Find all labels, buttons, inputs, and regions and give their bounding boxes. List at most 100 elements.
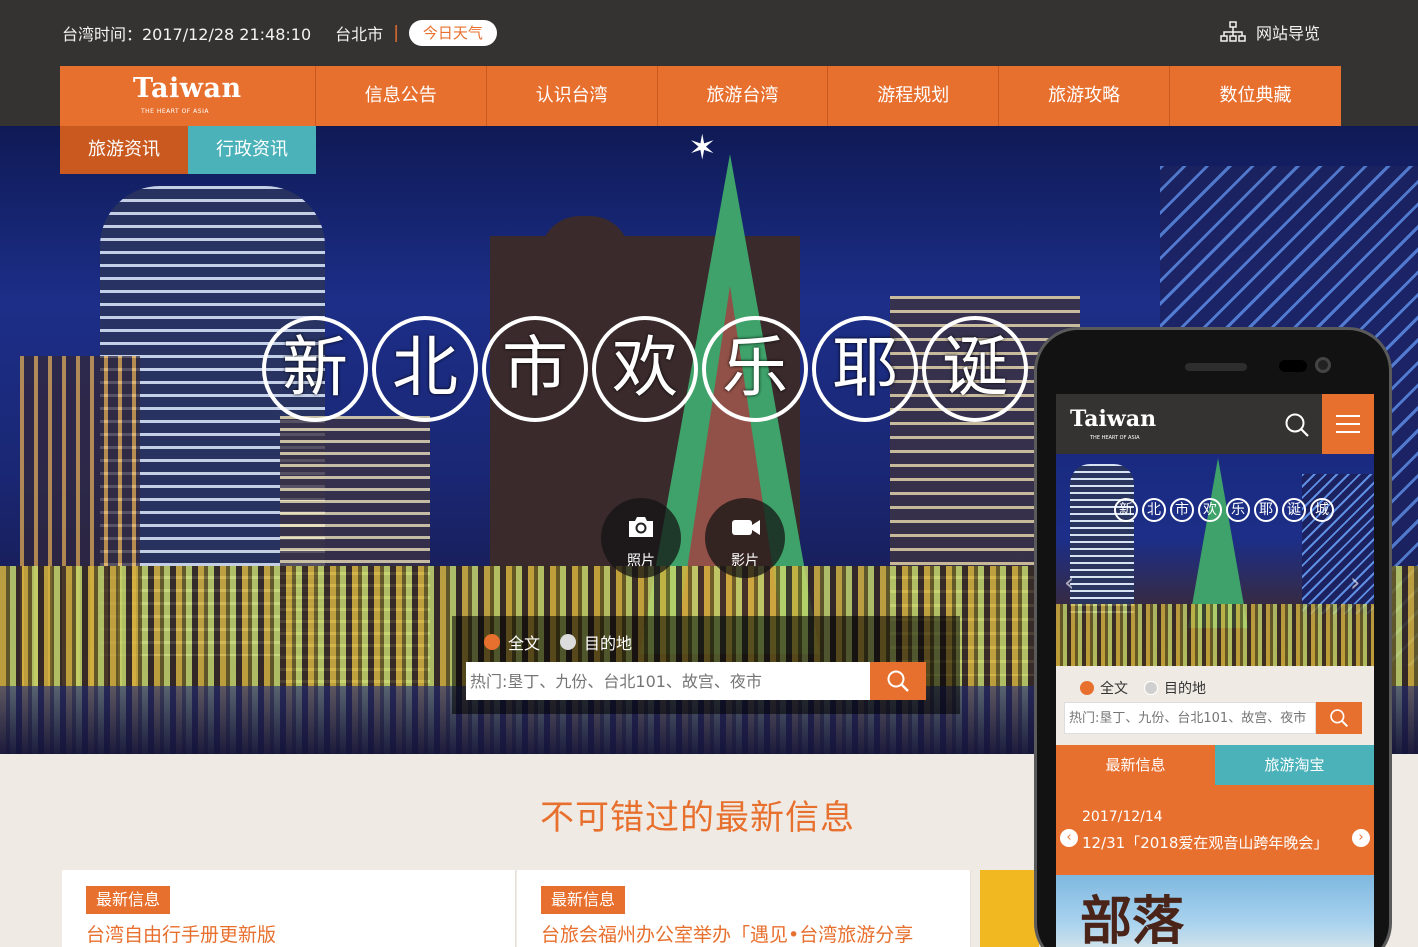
photo-label: 照片	[627, 553, 655, 569]
hero-building	[540, 216, 630, 296]
main-nav: Taiwan THE HEART OF ASIA 信息公告 认识台湾 旅游台湾 …	[60, 66, 1341, 126]
video-camera-icon	[732, 520, 760, 535]
tree-star-icon: ✶	[688, 128, 717, 168]
mobile-search-button[interactable]	[1316, 702, 1362, 734]
nav-item-travel-guide[interactable]: 旅游攻略	[999, 66, 1171, 126]
radio-selected-dot	[484, 634, 500, 650]
news-badge: 最新信息	[86, 886, 171, 914]
mobile-christmas-tree	[1188, 458, 1248, 628]
carousel-next-arrow-icon[interactable]: ›	[1350, 568, 1360, 598]
mobile-news-title[interactable]: 12/31「2018爱在观音山跨年晚会」	[1082, 832, 1328, 853]
mobile-screen: Taiwan THE HEART OF ASIA 新 北 市 欢 乐 耶 诞 城…	[1056, 394, 1374, 947]
photo-button[interactable]: 照片	[601, 498, 681, 578]
logo-wordmark: Taiwan	[133, 73, 242, 104]
mobile-news-date: 2017/12/14	[1082, 809, 1163, 825]
mobile-search-input[interactable]	[1064, 702, 1316, 734]
mobile-tab-travel-deals[interactable]: 旅游淘宝	[1215, 745, 1374, 785]
news-card[interactable]: 最新信息 台湾自由行手册更新版	[62, 870, 516, 947]
search-icon	[1330, 709, 1349, 728]
hero-title-char: 乐	[702, 316, 808, 422]
top-info: 台湾时间：2017/12/28 21:48:10 台北市 | 今日天气	[62, 20, 497, 46]
mobile-search-icon[interactable]	[1284, 412, 1310, 438]
taiwan-time: 台湾时间：2017/12/28 21:48:10	[62, 25, 312, 44]
hero-title-char: 新	[262, 316, 368, 422]
hamburger-icon	[1336, 423, 1360, 425]
mobile-hero-char: 诞	[1282, 498, 1306, 522]
mobile-hero-lights	[1056, 604, 1374, 666]
radio-unselected-dot	[560, 634, 577, 650]
mobile-hero-char: 城	[1310, 498, 1334, 522]
phone-sensor	[1279, 360, 1307, 372]
feature-image-text: 部落	[1080, 892, 1185, 947]
mobile-hero-char: 欢	[1198, 498, 1222, 522]
sitemap-link[interactable]: 网站导览	[1220, 20, 1320, 44]
radio-full-text[interactable]: 全文	[484, 630, 540, 654]
mobile-search-scope-radios: 全文 目的地	[1080, 678, 1222, 698]
today-weather-button[interactable]: 今日天气	[408, 20, 497, 46]
search-icon	[887, 670, 909, 692]
news-next-icon[interactable]: ›	[1352, 829, 1370, 847]
hero-title: 新 北 市 欢 乐 耶 诞	[262, 316, 1032, 422]
mobile-radio-destination-label: 目的地	[1164, 681, 1206, 697]
city-name: 台北市	[335, 25, 384, 44]
nav-item-itinerary[interactable]: 游程规划	[828, 66, 1000, 126]
mobile-radio-full-text-label: 全文	[1100, 681, 1128, 697]
news-title[interactable]: 台旅会福州办公室举办「遇见•台湾旅游分享	[541, 920, 913, 947]
mobile-hero-char: 新	[1114, 498, 1138, 522]
separator: |	[393, 23, 399, 43]
news-card-image[interactable]	[980, 870, 1040, 947]
news-title[interactable]: 台湾自由行手册更新版	[86, 920, 276, 947]
news-card[interactable]: 最新信息 台旅会福州办公室举办「遇见•台湾旅游分享	[517, 870, 971, 947]
hero-title-char: 诞	[922, 316, 1028, 422]
mobile-radio-full-text[interactable]: 全文	[1080, 678, 1128, 698]
phone-camera	[1315, 357, 1331, 373]
radio-destination-label: 目的地	[584, 634, 633, 653]
radio-selected-dot	[1080, 681, 1094, 695]
mobile-menu-button[interactable]	[1322, 394, 1374, 454]
hero-title-char: 耶	[812, 316, 918, 422]
section-title: 不可错过的最新信息	[540, 798, 855, 838]
mobile-hero-char: 耶	[1254, 498, 1278, 522]
mobile-hero-building	[1070, 464, 1134, 614]
mobile-tab-latest-news[interactable]: 最新信息	[1056, 745, 1215, 785]
nav-item-travel-taiwan[interactable]: 旅游台湾	[658, 66, 829, 126]
mobile-feature-image[interactable]: 部落	[1056, 875, 1374, 947]
mobile-logo[interactable]: Taiwan	[1070, 406, 1156, 432]
taiwan-logo[interactable]: Taiwan THE HEART OF ASIA	[60, 66, 316, 126]
radio-unselected-dot	[1144, 681, 1158, 695]
nav-item-digital-archive[interactable]: 数位典藏	[1170, 66, 1341, 126]
sub-tabs: 旅游资讯 行政资讯	[60, 126, 316, 174]
news-badge: 最新信息	[541, 886, 626, 914]
mobile-tabs: 最新信息 旅游淘宝	[1056, 745, 1374, 785]
hero-title-char: 欢	[592, 316, 698, 422]
phone-speaker	[1185, 363, 1247, 371]
phone-mockup: Taiwan THE HEART OF ASIA 新 北 市 欢 乐 耶 诞 城…	[1034, 327, 1392, 947]
radio-destination[interactable]: 目的地	[560, 630, 632, 654]
nav-item-about-taiwan[interactable]: 认识台湾	[487, 66, 658, 126]
mobile-news-slide[interactable]: 2017/12/14 12/31「2018爱在观音山跨年晚会」 ‹ ›	[1056, 785, 1374, 875]
video-button[interactable]: 影片	[705, 498, 785, 578]
mobile-header: Taiwan THE HEART OF ASIA	[1056, 394, 1374, 454]
mobile-hero-banner: 新 北 市 欢 乐 耶 诞 城 ‹ ›	[1056, 454, 1374, 666]
hero-title-char: 北	[372, 316, 478, 422]
mobile-logo-tagline: THE HEART OF ASIA	[1090, 435, 1140, 441]
mobile-hero-char: 北	[1142, 498, 1166, 522]
tab-travel-info[interactable]: 旅游资讯	[60, 126, 188, 174]
mobile-hero-char: 市	[1170, 498, 1194, 522]
camera-icon	[629, 517, 653, 537]
mobile-radio-destination[interactable]: 目的地	[1144, 678, 1206, 698]
sitemap-label: 网站导览	[1256, 24, 1321, 43]
carousel-prev-arrow-icon[interactable]: ‹	[1064, 568, 1074, 598]
nav-item-announcements[interactable]: 信息公告	[316, 66, 487, 126]
mobile-hero-building	[1302, 474, 1374, 614]
search-scope-radios: 全文 目的地	[484, 630, 652, 654]
hero-title-char: 市	[482, 316, 588, 422]
hero-search-box: 全文 目的地	[452, 616, 960, 714]
search-input[interactable]	[466, 662, 870, 700]
mobile-hero-title: 新 北 市 欢 乐 耶 诞 城	[1114, 498, 1338, 522]
hamburger-icon	[1336, 431, 1360, 433]
search-button[interactable]	[870, 662, 926, 700]
hamburger-icon	[1336, 415, 1360, 417]
tab-admin-info[interactable]: 行政资讯	[188, 126, 316, 174]
news-prev-icon[interactable]: ‹	[1060, 829, 1078, 847]
